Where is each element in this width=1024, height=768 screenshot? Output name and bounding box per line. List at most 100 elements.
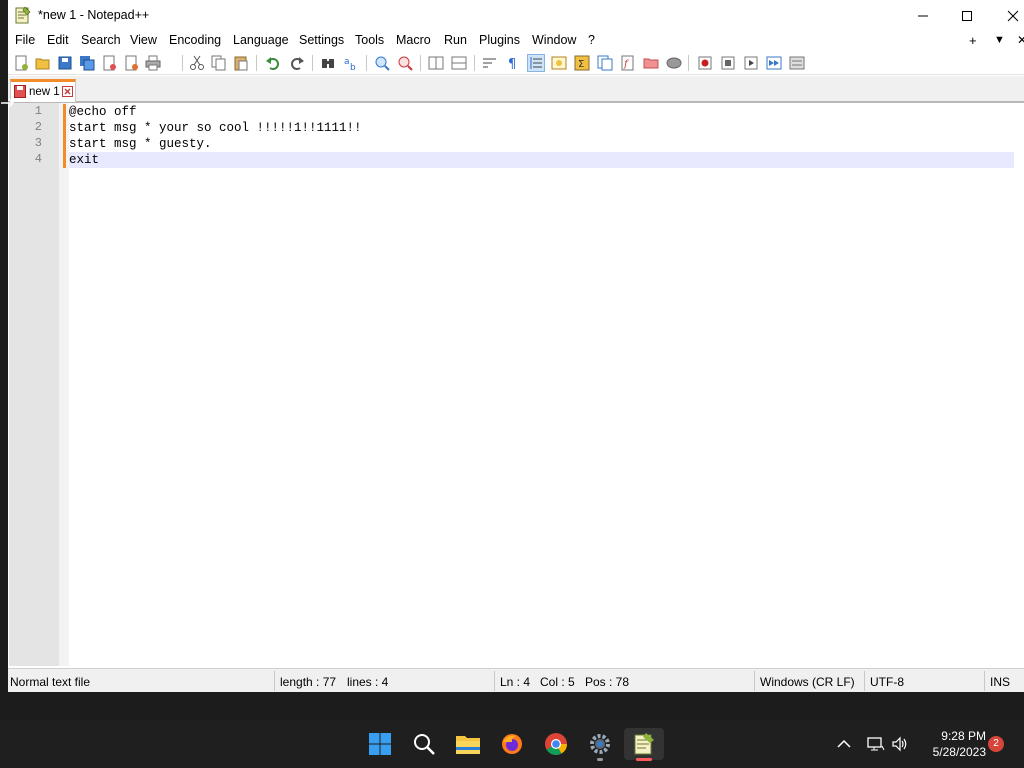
editor-area[interactable]: 1 2 3 4 @echo off start msg * your so co… bbox=[8, 103, 1024, 666]
status-insert-mode[interactable]: INS bbox=[990, 675, 1010, 689]
menu-settings[interactable]: Settings bbox=[299, 33, 344, 47]
sync-horizontal-button[interactable] bbox=[450, 54, 468, 72]
tab-bar: new 1 bbox=[8, 76, 1024, 103]
status-encoding[interactable]: UTF-8 bbox=[870, 675, 904, 689]
tab-label: new 1 bbox=[29, 86, 60, 98]
save-button[interactable] bbox=[56, 54, 74, 72]
code-line[interactable]: start msg * guesty. bbox=[69, 136, 1014, 152]
new-file-button[interactable] bbox=[12, 54, 30, 72]
menu-search[interactable]: Search bbox=[81, 33, 121, 47]
window-title: *new 1 - Notepad++ bbox=[38, 8, 150, 22]
vertical-scrollbar[interactable] bbox=[1014, 103, 1024, 666]
record-icon bbox=[698, 56, 712, 70]
save-all-icon bbox=[80, 56, 95, 71]
maximize-button[interactable] bbox=[944, 0, 990, 31]
find-button[interactable] bbox=[319, 54, 337, 72]
sync-vertical-button[interactable] bbox=[427, 54, 445, 72]
function-list-icon: f bbox=[621, 55, 634, 71]
word-wrap-button[interactable] bbox=[481, 54, 499, 72]
code-line[interactable]: exit bbox=[69, 152, 1014, 168]
start-button[interactable] bbox=[364, 728, 396, 760]
macro-stop-button[interactable] bbox=[719, 54, 737, 72]
define-language-button[interactable] bbox=[550, 54, 568, 72]
macro-record-button[interactable] bbox=[696, 54, 714, 72]
menu-language[interactable]: Language bbox=[233, 33, 289, 47]
redo-icon bbox=[291, 57, 304, 70]
menu-macro[interactable]: Macro bbox=[396, 33, 431, 47]
notepadpp-taskbar-button[interactable] bbox=[624, 728, 664, 761]
show-all-chars-button[interactable]: ¶ bbox=[504, 54, 522, 72]
zoom-in-button[interactable] bbox=[373, 54, 391, 72]
menu-window[interactable]: Window bbox=[532, 33, 576, 47]
paste-icon bbox=[234, 56, 248, 71]
binoculars-icon bbox=[322, 59, 334, 68]
menu-plugins[interactable]: Plugins bbox=[479, 33, 520, 47]
menu-view[interactable]: View bbox=[130, 33, 157, 47]
undo-button[interactable] bbox=[264, 54, 282, 72]
running-indicator bbox=[597, 758, 603, 761]
code-line[interactable]: @echo off bbox=[69, 104, 1014, 120]
svg-text:b: b bbox=[350, 63, 356, 71]
close-window-button[interactable] bbox=[990, 0, 1024, 31]
volume-button[interactable] bbox=[886, 728, 914, 760]
folder-as-workspace-button[interactable] bbox=[642, 54, 660, 72]
doc-list-button[interactable] bbox=[596, 54, 614, 72]
code-line[interactable]: start msg * your so cool !!!!!1!!1111!! bbox=[69, 120, 1014, 136]
settings-taskbar-button[interactable] bbox=[584, 728, 616, 761]
show-hidden-icons-button[interactable] bbox=[830, 728, 858, 760]
firefox-taskbar-button[interactable] bbox=[496, 728, 528, 760]
indent-guide-button[interactable] bbox=[527, 54, 545, 72]
fold-margin[interactable] bbox=[59, 103, 69, 666]
zoom-out-button[interactable] bbox=[396, 54, 414, 72]
taskbar: 9:28 PM 5/28/2023 bbox=[0, 720, 1024, 768]
menu-file[interactable]: File bbox=[15, 33, 35, 47]
close-file-button[interactable] bbox=[100, 54, 118, 72]
print-button[interactable] bbox=[144, 54, 162, 72]
replace-button[interactable]: ab bbox=[342, 54, 360, 72]
mouse-cursor bbox=[0, 96, 15, 113]
redo-button[interactable] bbox=[288, 54, 306, 72]
menu-tools[interactable]: Tools bbox=[355, 33, 384, 47]
toolbar-separator bbox=[182, 55, 183, 71]
fast-forward-icon bbox=[766, 56, 782, 70]
tab-new-1[interactable]: new 1 bbox=[10, 79, 76, 102]
chrome-taskbar-button[interactable] bbox=[540, 728, 572, 760]
status-separator bbox=[984, 671, 985, 691]
tab-close-button[interactable] bbox=[62, 86, 73, 100]
macro-save-button[interactable] bbox=[788, 54, 806, 72]
minimize-button[interactable] bbox=[900, 0, 946, 31]
close-tab-menu-button[interactable]: ✕ bbox=[1017, 33, 1024, 47]
open-file-button[interactable] bbox=[34, 54, 52, 72]
add-tab-button[interactable]: + bbox=[969, 33, 977, 48]
menu-run[interactable]: Run bbox=[444, 33, 467, 47]
macro-run-multiple-button[interactable] bbox=[765, 54, 783, 72]
copy-button[interactable] bbox=[210, 54, 228, 72]
monitoring-button[interactable] bbox=[665, 54, 683, 72]
toolbar-separator bbox=[256, 55, 257, 71]
change-history-bar bbox=[63, 104, 66, 168]
paste-button[interactable] bbox=[232, 54, 250, 72]
function-list-button[interactable]: f bbox=[619, 54, 637, 72]
pilcrow-icon: ¶ bbox=[508, 57, 516, 71]
doc-map-button[interactable]: Σ bbox=[573, 54, 591, 72]
menu-encoding[interactable]: Encoding bbox=[169, 33, 221, 47]
cut-button[interactable] bbox=[188, 54, 206, 72]
menu-edit[interactable]: Edit bbox=[47, 33, 69, 47]
toolbar-separator bbox=[474, 55, 475, 71]
close-all-button[interactable] bbox=[122, 54, 140, 72]
save-all-button[interactable] bbox=[78, 54, 96, 72]
folder-icon bbox=[643, 58, 659, 69]
copy-icon bbox=[211, 55, 226, 71]
search-taskbar-button[interactable] bbox=[408, 728, 440, 760]
text-content[interactable]: @echo off start msg * your so cool !!!!!… bbox=[69, 103, 1024, 666]
system-clock[interactable]: 9:28 PM 5/28/2023 bbox=[918, 728, 986, 760]
macro-play-button[interactable] bbox=[742, 54, 760, 72]
notification-badge[interactable]: 2 bbox=[988, 736, 1004, 752]
menu-help[interactable]: ? bbox=[588, 33, 595, 47]
status-eol-format[interactable]: Windows (CR LF) bbox=[760, 675, 855, 689]
word-wrap-icon bbox=[483, 58, 496, 68]
clock-time: 9:28 PM bbox=[941, 729, 986, 743]
title-bar[interactable]: *new 1 - Notepad++ bbox=[8, 0, 1024, 31]
file-explorer-taskbar-button[interactable] bbox=[452, 728, 484, 760]
tab-list-dropdown[interactable]: ▼ bbox=[994, 34, 1005, 46]
